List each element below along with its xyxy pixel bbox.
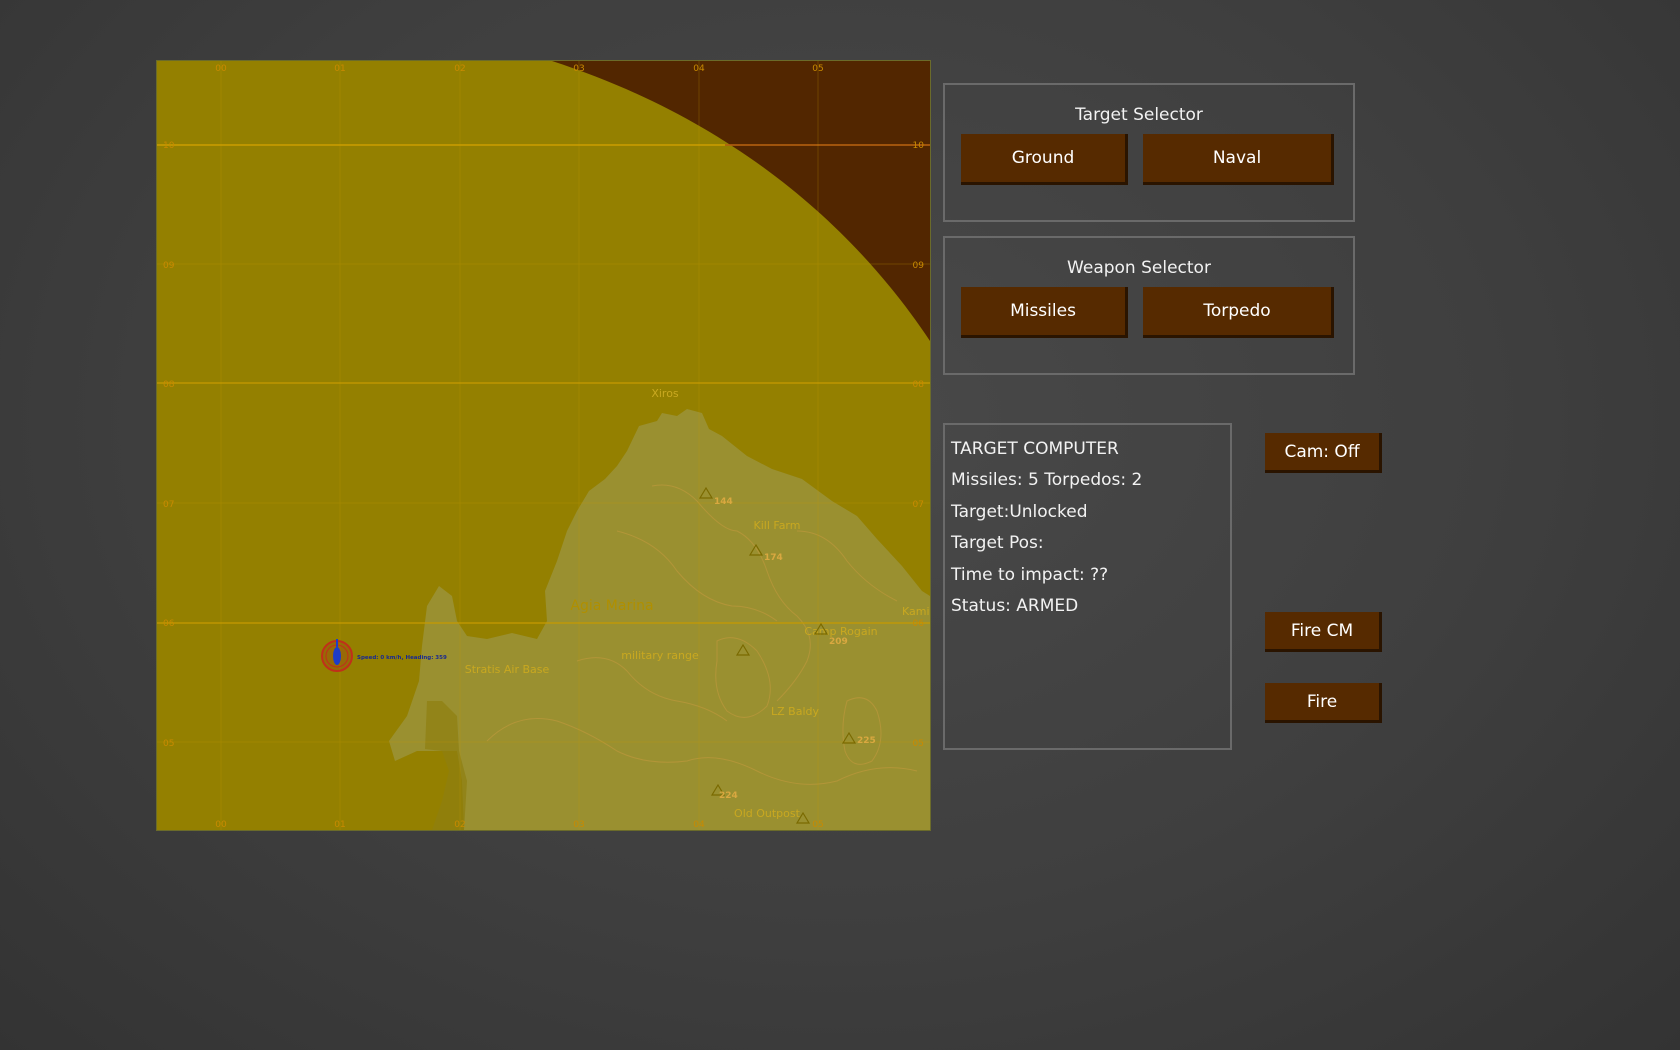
time-to-impact-text: Time to impact: ??: [951, 565, 1109, 585]
grid-label-y-06: 06: [163, 619, 175, 629]
elevation-label: 144: [714, 497, 733, 507]
naval-target-button[interactable]: Naval: [1143, 134, 1334, 185]
elevation-label: 224: [719, 791, 738, 801]
place-name-agia-marina: Agia Marina: [570, 598, 653, 614]
elevation-label: 225: [857, 736, 876, 746]
grid-label-y-08: 08: [163, 380, 175, 390]
grid-label-x-02-bottom: 02: [454, 820, 465, 830]
grid-label-x-00: 00: [215, 64, 227, 74]
grid-label-y-09: 09: [163, 261, 175, 271]
grid-label-y-09-right: 09: [913, 261, 925, 271]
player-marker-label: Speed: 0 km/h, Heading: 359: [357, 655, 447, 661]
target-selector-title: Target Selector: [1075, 105, 1203, 125]
place-name-old-outpost: Old Outpost: [734, 807, 801, 820]
torpedo-weapon-button[interactable]: Torpedo: [1143, 287, 1334, 338]
ammo-count-text: Missiles: 5 Torpedos: 2: [951, 470, 1143, 490]
grid-label-x-00-bottom: 00: [215, 820, 227, 830]
grid-label-x-03: 03: [573, 64, 584, 74]
grid-label-y-06-right: 06: [913, 619, 925, 629]
place-name-kamino: Kamin: [902, 605, 930, 618]
grid-label-y-07: 07: [163, 500, 174, 510]
tactical-map[interactable]: 00 01 02 03 04 05 00 01 02 03 04 05 10 0…: [156, 60, 931, 831]
grid-label-x-05-bottom: 05: [812, 820, 823, 830]
fire-button[interactable]: Fire: [1265, 683, 1382, 723]
camera-toggle-button[interactable]: Cam: Off: [1265, 433, 1382, 473]
grid-label-y-05-right: 05: [913, 739, 924, 749]
grid-label-x-03-bottom: 03: [573, 820, 584, 830]
grid-label-x-02: 02: [454, 64, 465, 74]
grid-label-x-01: 01: [334, 64, 345, 74]
elevation-label: 209: [829, 637, 848, 647]
place-name-stratis-air-base: Stratis Air Base: [465, 663, 550, 676]
target-selector-panel: Target Selector Ground Naval: [943, 83, 1355, 222]
grid-label-x-01-bottom: 01: [334, 820, 345, 830]
ground-target-button[interactable]: Ground: [961, 134, 1128, 185]
missiles-weapon-button[interactable]: Missiles: [961, 287, 1128, 338]
weapon-status-text: Status: ARMED: [951, 596, 1079, 616]
grid-label-x-05: 05: [812, 64, 823, 74]
place-name-kill-farm: Kill Farm: [754, 519, 801, 532]
submarine-icon: [333, 647, 341, 665]
target-lock-status: Target:Unlocked: [951, 502, 1088, 522]
weapon-selector-panel: Weapon Selector Missiles Torpedo: [943, 236, 1355, 375]
fire-countermeasures-button[interactable]: Fire CM: [1265, 612, 1382, 652]
grid-label-x-04-bottom: 04: [693, 820, 705, 830]
place-name-military-range: military range: [621, 649, 699, 662]
grid-label-y-08-right: 08: [913, 380, 925, 390]
grid-label-x-04: 04: [693, 64, 705, 74]
place-name-xiros: Xiros: [651, 387, 679, 400]
place-name-lz-baldy: LZ Baldy: [771, 705, 819, 718]
weapon-selector-title: Weapon Selector: [1067, 258, 1211, 278]
target-computer-heading: TARGET COMPUTER: [951, 439, 1119, 459]
grid-label-y-10: 10: [163, 141, 175, 151]
grid-label-y-07-right: 07: [913, 500, 924, 510]
target-computer-panel: TARGET COMPUTER Missiles: 5 Torpedos: 2 …: [943, 423, 1232, 750]
grid-label-y-10-right: 10: [913, 141, 925, 151]
elevation-label: 174: [764, 553, 783, 563]
grid-label-y-05: 05: [163, 739, 174, 749]
target-position-text: Target Pos:: [951, 533, 1044, 553]
